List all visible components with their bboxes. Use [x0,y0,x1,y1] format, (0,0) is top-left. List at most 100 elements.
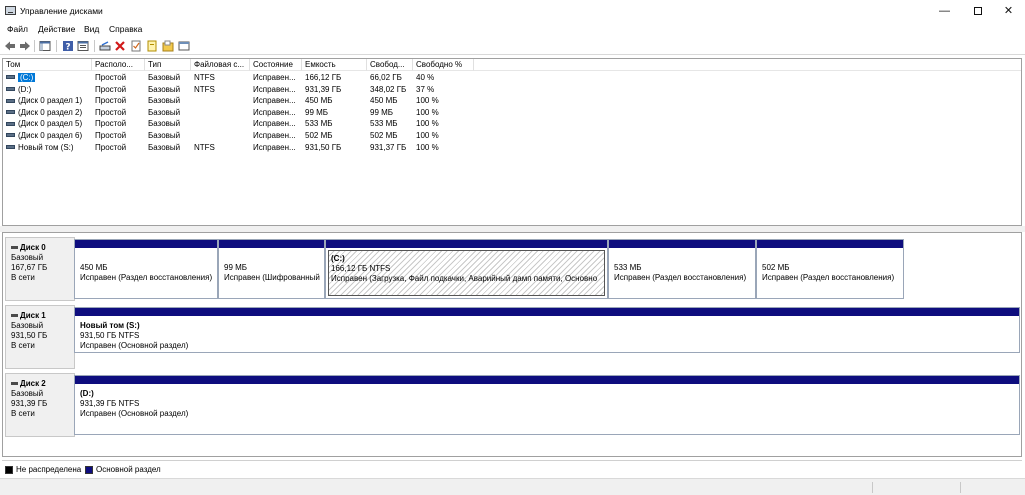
cell-volume: (Диск 0 раздел 5) [3,118,92,130]
partition-box[interactable]: (D:) 931,39 ГБ NTFS Исправен (Основной р… [74,375,1020,435]
legend-swatch-primary [85,466,93,474]
minimize-button[interactable]: — [928,0,961,22]
disk-size: 931,50 ГБ [11,331,48,340]
partition-status: Исправен (Раздел восстановления) [80,273,213,282]
disk-row-2: Диск 2 Базовый 931,39 ГБ В сети (D:) 931… [3,373,1021,437]
open-icon[interactable] [162,40,174,52]
disk-label-1[interactable]: Диск 1 Базовый 931,50 ГБ В сети [5,305,75,369]
table-row[interactable]: (Диск 0 раздел 2) Простой Базовый Исправ… [3,107,1021,119]
cell-type: Базовый [148,119,181,129]
column-header-volume[interactable]: Том [3,59,92,71]
cell-free-space: 450 МБ [370,96,398,106]
check-icon[interactable] [130,40,142,52]
delete-icon[interactable] [114,40,126,52]
cell-type: Базовый [148,142,181,152]
disk-type: Базовый [11,321,44,330]
forward-arrow-icon[interactable] [19,40,31,52]
cell-type: Базовый [148,131,181,140]
cell-filesystem [191,130,250,142]
cell-status: Исправен... [253,119,296,129]
cell-capacity: 502 МБ [305,131,333,140]
column-header-status[interactable]: Состояние [250,59,302,71]
toolbar-separator [34,40,35,52]
table-row[interactable]: (Диск 0 раздел 5) Простой Базовый Исправ… [3,118,1021,130]
table-row[interactable]: (D:) Простой Базовый NTFS Исправен... 93… [3,84,1021,96]
partition-size: 502 МБ [762,263,790,272]
cell-volume: (D:) [3,84,92,96]
cell-status: Исправен... [253,142,296,152]
drive-icon [6,144,15,149]
partition-status: Исправен (Шифрованный [224,273,320,282]
refresh-icon[interactable] [178,40,190,52]
legend: Не распределена Основной раздел [2,460,1022,477]
column-header-type[interactable]: Тип [145,59,191,71]
cell-layout: Простой [95,131,127,140]
drive-icon [6,98,15,103]
partition-bar [75,308,1019,316]
partition-bar [609,240,755,248]
toolbar-separator [94,40,95,52]
cell-volume: (Диск 0 раздел 6) [3,130,92,142]
partition-box-selected[interactable]: (C:) 166,12 ГБ NTFS Исправен (Загрузка, … [325,239,608,299]
table-row[interactable]: (Диск 0 раздел 1) Простой Базовый Исправ… [3,95,1021,107]
partition-box[interactable]: 450 МБ Исправен (Раздел восстановления) [74,239,218,299]
partition-bar [326,240,607,248]
disk-state: В сети [11,273,35,282]
partition-bar [75,376,1019,384]
column-header-capacity[interactable]: Емкость [302,59,367,71]
disk-name: Диск 1 [20,311,46,320]
volume-list: Том Располо... Тип Файловая с... Состоян… [2,58,1022,226]
table-row[interactable]: (C:) Простой Базовый NTFS Исправен... 16… [3,72,1021,84]
disk-label-2[interactable]: Диск 2 Базовый 931,39 ГБ В сети [5,373,75,437]
column-header-layout[interactable]: Располо... [92,59,145,71]
connect-icon[interactable] [99,40,111,52]
disk-label-0[interactable]: Диск 0 Базовый 167,67 ГБ В сети [5,237,75,301]
menu-action[interactable]: Действие [38,24,75,34]
partition-title: (C:) [331,254,345,263]
partition-size: 931,39 ГБ NTFS [80,399,140,408]
disk-row-1: Диск 1 Базовый 931,50 ГБ В сети Новый то… [3,305,1021,369]
disk-state: В сети [11,409,35,418]
partition-box[interactable]: 533 МБ Исправен (Раздел восстановления) [608,239,756,299]
back-arrow-icon[interactable] [4,40,16,52]
toolbar: ? [0,37,1025,55]
table-row[interactable]: (Диск 0 раздел 6) Простой Базовый Исправ… [3,130,1021,142]
partition-box[interactable]: 502 МБ Исправен (Раздел восстановления) [756,239,904,299]
menu-help[interactable]: Справка [109,24,142,34]
disk-management-icon [5,6,16,15]
disk-icon [11,246,18,250]
cell-free-space: 348,02 ГБ [370,84,407,94]
cell-filesystem [191,95,250,107]
maximize-button[interactable] [961,0,994,22]
console-tree-icon[interactable] [39,40,51,52]
new-volume-icon[interactable] [146,40,158,52]
partition-box[interactable]: 99 МБ Исправен (Шифрованный [218,239,325,299]
status-bar [0,478,1025,495]
disk-name: Диск 0 [20,243,46,252]
cell-volume: Новый том (S:) [3,142,92,154]
disk-type: Базовый [11,253,44,262]
cell-free-space: 533 МБ [370,119,398,129]
column-header-percent-free[interactable]: Свободно % [413,59,474,71]
column-header-filesystem[interactable]: Файловая с... [191,59,250,71]
legend-swatch-unallocated [5,466,13,474]
menu-file[interactable]: Файл [7,24,28,34]
properties-icon[interactable] [77,40,89,52]
cell-percent-free: 100 % [416,119,439,129]
menu-view[interactable]: Вид [84,24,99,34]
cell-percent-free: 37 % [416,84,435,94]
cell-percent-free: 40 % [416,73,435,82]
status-divider [960,482,961,493]
drive-icon [6,133,15,138]
help-icon[interactable]: ? [62,40,74,52]
drive-icon [6,86,15,91]
toolbar-separator [56,40,57,52]
table-row[interactable]: Новый том (S:) Простой Базовый NTFS Испр… [3,142,1021,154]
menu-bar: Файл Действие Вид Справка [0,22,1025,37]
partition-box[interactable]: Новый том (S:) 931,50 ГБ NTFS Исправен (… [74,307,1020,353]
cell-layout: Простой [95,142,127,152]
column-header-free-space[interactable]: Свобод... [367,59,413,71]
drive-icon [6,121,15,126]
close-button[interactable]: ✕ [992,0,1025,22]
cell-free-space: 66,02 ГБ [370,73,402,82]
